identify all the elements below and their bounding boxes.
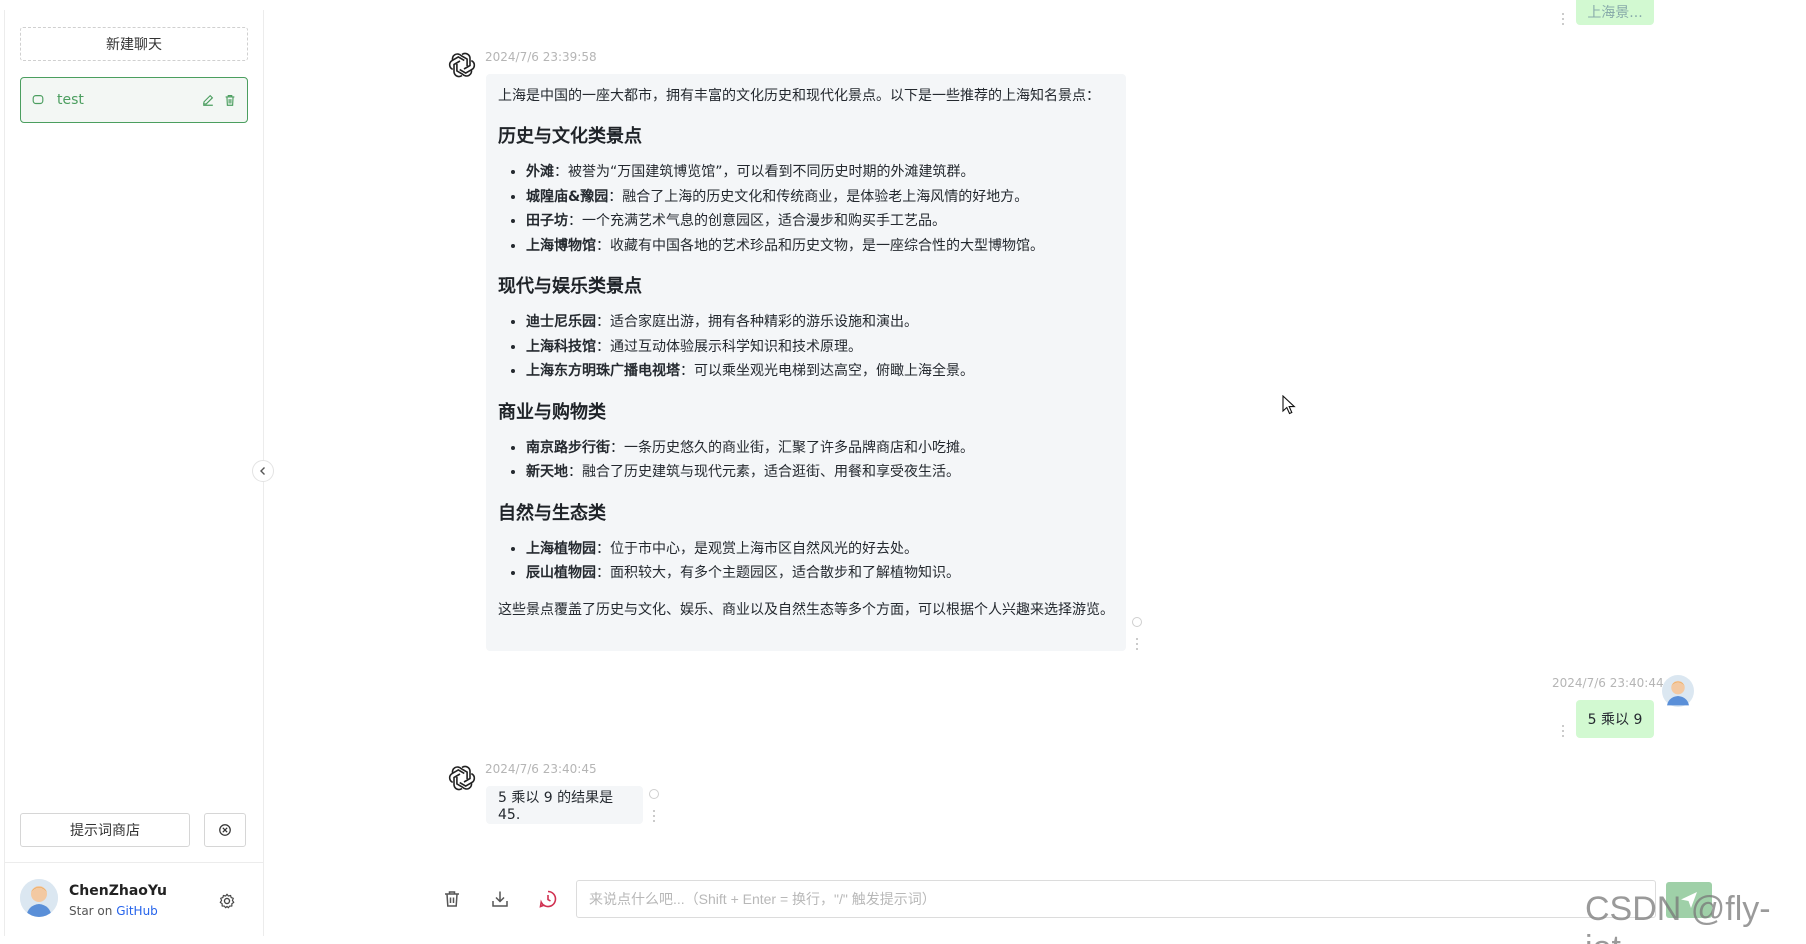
user-message-text: 上海景... [1587,5,1643,21]
message-outro: 这些景点覆盖了历史与文化、娱乐、商业以及自然生态等多个方面，可以根据个人兴趣来选… [498,601,1114,618]
list-item: 上海植物园：位于市中心，是观赏上海市区自然风光的好去处。 [526,537,1114,562]
list-item-title: 上海东方明珠广播电视塔 [526,363,680,379]
new-chat-button[interactable]: 新建聊天 [20,27,248,61]
list-item-title: 新天地 [526,464,568,480]
list-item-title: 外滩 [526,164,554,180]
message-timestamp: 2024/7/6 23:40:44 [1552,676,1664,690]
openai-logo-icon [448,52,476,78]
bullet-list: 上海植物园：位于市中心，是观赏上海市区自然风光的好去处。辰山植物园：面积较大，有… [526,537,1114,586]
section-heading: 现代与娱乐类景点 [498,276,642,297]
list-item: 上海东方明珠广播电视塔：可以乘坐观光电梯到达高空，俯瞰上海全景。 [526,359,1114,384]
more-options-icon[interactable] [652,810,656,822]
mouse-cursor-icon [1282,395,1296,415]
message-timestamp: 2024/7/6 23:40:45 [485,762,597,776]
message-sections: 历史与文化类景点外滩：被誉为“万国建筑博览馆”，可以看到不同历史时期的外滩建筑群… [498,124,1114,586]
user-message-bubble: 5 乘以 9 [1576,700,1654,738]
list-item-desc: ：被誉为“万国建筑博览馆”，可以看到不同历史时期的外滩建筑群。 [554,164,975,180]
bullet-list: 迪士尼乐园：适合家庭出游，拥有各种精彩的游乐设施和演出。上海科技馆：通过互动体验… [526,310,1114,384]
trash-icon[interactable] [441,888,463,910]
watermark: CSDN @fly-iot [1585,890,1771,944]
clear-icon [219,824,231,836]
list-item: 上海科技馆：通过互动体验展示科学知识和技术原理。 [526,335,1114,360]
list-item-title: 上海植物园 [526,540,596,557]
prompt-store-button[interactable]: 提示词商店 [20,813,190,847]
user-message-bubble: 上海景... [1576,0,1654,25]
list-item: 外滩：被誉为“万国建筑博览馆”，可以看到不同历史时期的外滩建筑群。 [526,160,1114,185]
more-options-icon[interactable] [1561,725,1565,737]
list-item-desc: ：融合了上海的历史文化和传统商业，是体验老上海风情的好地方。 [608,188,1029,205]
list-item: 田子坊：一个充满艺术气息的创意园区，适合漫步和购买手工艺品。 [526,209,1114,234]
user-info: ChenZhaoYu Star on GitHub [5,862,264,936]
chat-bubble-icon [32,95,44,105]
refresh-icon[interactable] [1132,617,1142,627]
list-item-title: 上海博物馆 [526,237,596,254]
list-item-desc: ：适合家庭出游，拥有各种精彩的游乐设施和演出。 [596,314,918,330]
list-item-desc: ：通过互动体验展示科学知识和技术原理。 [596,338,862,355]
sidebar: 新建聊天 test 提示词商店 ChenZhaoYu Star on GitHu… [4,10,264,936]
section-heading: 商业与购物类 [498,401,606,423]
list-item-desc: ：融合了历史建筑与现代元素，适合逛街、用餐和享受夜生活。 [568,464,960,480]
list-item-title: 城隍庙&豫园 [526,188,609,205]
message-intro: 上海是中国的一座大都市，拥有丰富的文化历史和现代化景点。以下是一些推荐的上海知名… [498,88,1100,104]
bullet-list: 外滩：被誉为“万国建筑博览馆”，可以看到不同历史时期的外滩建筑群。城隍庙&豫园：… [526,160,1114,258]
list-item-title: 上海科技馆 [526,338,596,355]
list-item-desc: ：可以乘坐观光电梯到达高空，俯瞰上海全景。 [680,363,974,379]
chat-list-item[interactable]: test [20,77,248,123]
list-item-title: 辰山植物园 [526,565,596,581]
chat-input[interactable] [576,880,1656,918]
message-timestamp: 2024/7/6 23:39:58 [485,50,597,64]
chat-item-label: test [57,92,84,108]
bullet-list: 南京路步行街：一条历史悠久的商业街，汇聚了许多品牌商店和小吃摊。新天地：融合了历… [526,436,1114,485]
list-item-title: 迪士尼乐园 [526,314,596,330]
list-item: 新天地：融合了历史建筑与现代元素，适合逛街、用餐和享受夜生活。 [526,460,1114,485]
user-name: ChenZhaoYu [69,883,167,899]
list-item-desc: ：位于市中心，是观赏上海市区自然风光的好去处。 [596,540,918,557]
section-heading: 历史与文化类景点 [498,126,642,147]
list-item-desc: ：一条历史悠久的商业街，汇聚了许多品牌商店和小吃摊。 [610,439,974,456]
refresh-icon[interactable] [649,789,659,799]
sidebar-bottom-actions: 提示词商店 [20,813,248,847]
assistant-message-bubble: 5 乘以 9 的结果是 45. [486,786,643,824]
avatar [1662,675,1694,707]
list-item: 上海博物馆：收藏有中国各地的艺术珍品和历史文物，是一座综合性的大型博物馆。 [526,234,1114,259]
star-prefix: Star on [69,904,113,918]
list-item-desc: ：一个充满艺术气息的创意园区，适合漫步和购买手工艺品。 [568,213,946,229]
avatar [20,879,58,917]
list-item: 辰山植物园：面积较大，有多个主题园区，适合散步和了解植物知识。 [526,561,1114,586]
list-item: 迪士尼乐园：适合家庭出游，拥有各种精彩的游乐设施和演出。 [526,310,1114,335]
trash-icon[interactable] [223,93,237,107]
list-item-title: 田子坊 [526,213,568,229]
history-icon[interactable] [537,888,559,910]
section-heading: 自然与生态类 [498,502,606,524]
chevron-left-icon [260,467,265,475]
edit-icon[interactable] [201,93,215,107]
github-link[interactable]: GitHub [116,904,158,918]
more-options-icon[interactable] [1561,13,1565,25]
list-item: 南京路步行街：一条历史悠久的商业街，汇聚了许多品牌商店和小吃摊。 [526,436,1114,461]
user-message-text: 5 乘以 9 [1587,712,1643,728]
download-icon[interactable] [489,888,511,910]
openai-logo-icon [448,765,476,791]
list-item: 城隍庙&豫园：融合了上海的历史文化和传统商业，是体验老上海风情的好地方。 [526,185,1114,210]
collapse-sidebar-button[interactable] [252,460,274,482]
assistant-message-text: 5 乘以 9 的结果是 45. [498,790,614,823]
assistant-message-bubble: 上海是中国的一座大都市，拥有丰富的文化历史和现代化景点。以下是一些推荐的上海知名… [486,74,1126,651]
list-item-title: 南京路步行街 [526,439,610,456]
more-options-icon[interactable] [1135,638,1139,650]
gear-icon[interactable] [218,892,236,910]
list-item-desc: ：收藏有中国各地的艺术珍品和历史文物，是一座综合性的大型博物馆。 [596,237,1044,254]
list-item-desc: ：面积较大，有多个主题园区，适合散步和了解植物知识。 [596,565,960,581]
star-on-github: Star on GitHub [69,904,158,918]
clear-all-button[interactable] [204,813,246,847]
